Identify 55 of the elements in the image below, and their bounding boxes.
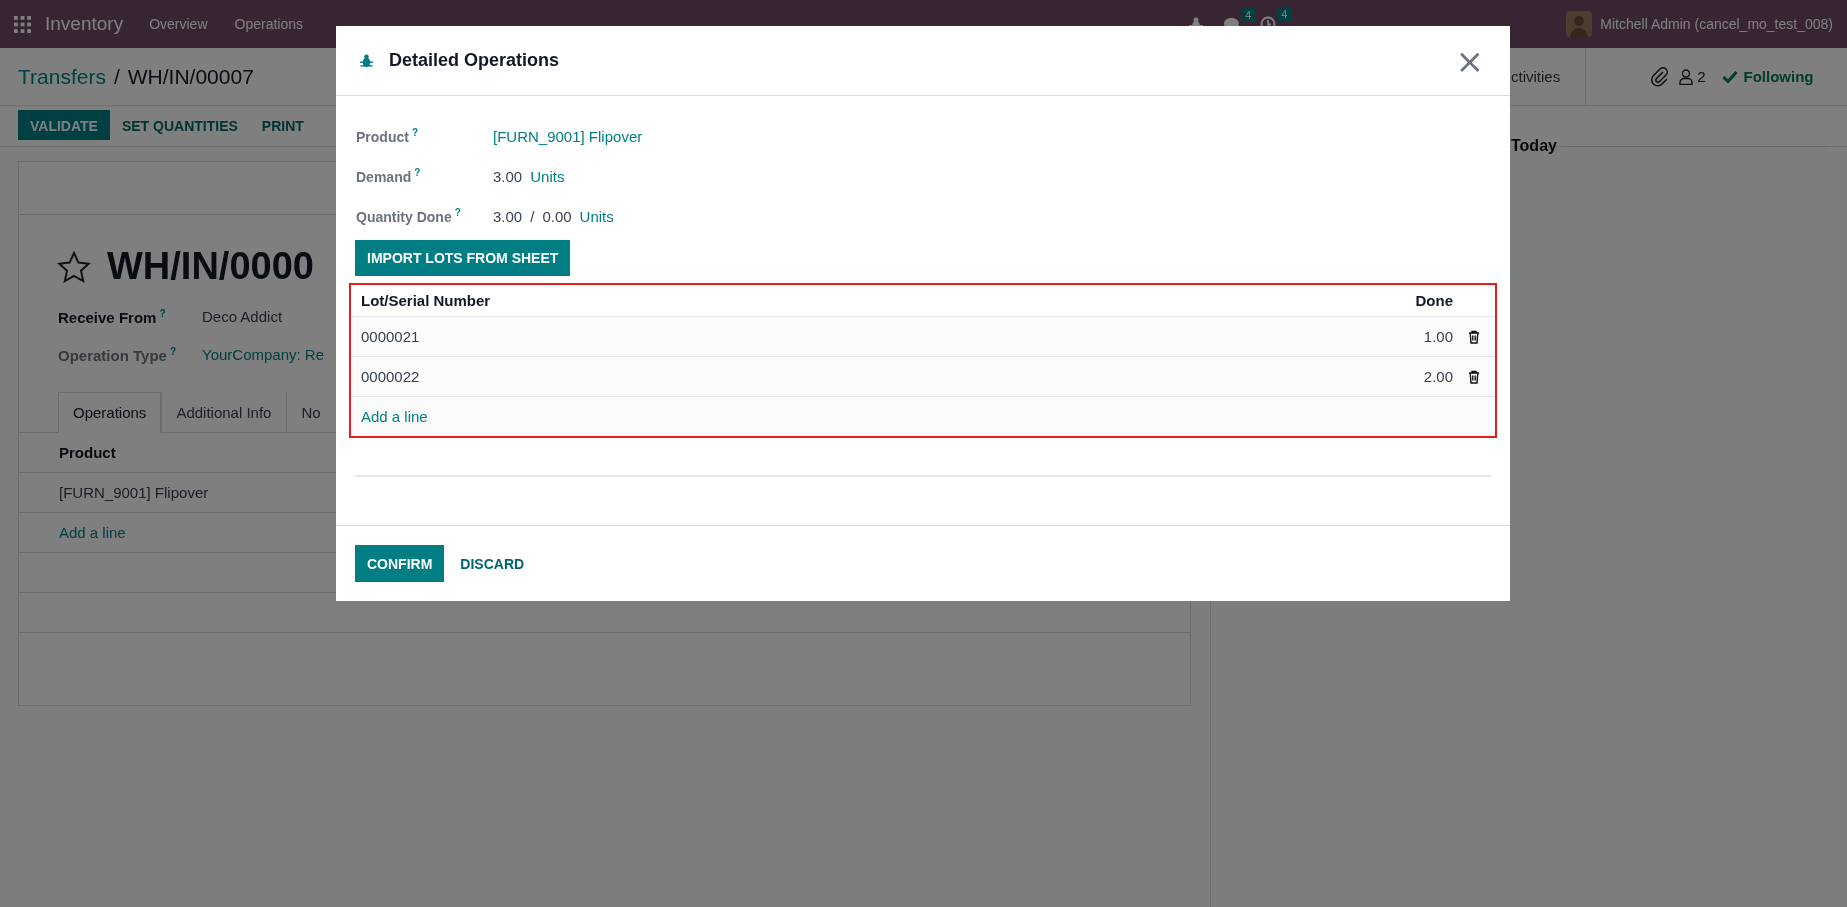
close-button[interactable]: × [1453,43,1486,78]
activity-count-badge: 4 [1277,7,1292,21]
user-menu[interactable]: Mitchell Admin (cancel_mo_test_008) [1600,16,1833,32]
field-label: Quantity Done $^{?}$ [356,207,462,225]
apps-menu-icon[interactable] [14,15,31,33]
table-cell-text: 2.00 [1422,368,1453,385]
menu-item[interactable]: Operations [234,16,303,32]
field-value[interactable]: YourCompany: Re [202,346,324,364]
table-cell-text: 0000022 [361,368,421,385]
paperclip-icon[interactable] [1651,66,1670,87]
dialog-button[interactable]: DISCARD [448,545,537,582]
field-value: 0.00 [542,207,572,225]
field-value: 3.00 [493,167,523,185]
action-button[interactable]: SET QUANTITIES [109,110,250,140]
notebook-tab[interactable]: Additional Info [161,392,287,432]
column-header: Lot/Serial Number [361,292,492,309]
field-label: Demand $^{?}$ [356,167,422,185]
field-label: Receive From $^{?}$ [58,308,167,326]
person-icon[interactable] [1679,68,1694,85]
star-icon[interactable] [57,250,91,283]
chatter-tab[interactable]: ctivities [1511,68,1561,85]
breadcrumb-separator: / [113,64,120,89]
menu-item[interactable]: Overview [149,16,208,32]
delete-icon[interactable] [1468,369,1480,384]
record-title: WH/IN/0000 [107,245,314,288]
app-name[interactable]: Inventory [45,13,124,35]
notebook-tab[interactable]: No [286,392,336,432]
action-button[interactable]: PRINT [249,110,316,140]
field-link[interactable]: Units [530,167,565,185]
column-header: Done [1414,292,1453,309]
table-cell: [FURN_9001] Flipover [59,484,209,501]
add-line-link[interactable]: Add a line [59,524,126,541]
following-button[interactable]: Following [1721,68,1814,85]
field-value: Deco Addict [202,308,283,326]
field-link[interactable]: Units [579,207,614,225]
check-icon [1721,70,1738,83]
follower-count[interactable]: 2 [1697,68,1706,85]
field-label: Operation Type $^{?}$ [58,346,177,364]
field-value: 3.00 [493,207,523,225]
delete-icon[interactable] [1468,329,1480,344]
import-button[interactable]: IMPORT LOTS FROM SHEET [355,240,571,276]
message-count-badge: 4 [1241,7,1256,22]
field-label: Product $^{?}$ [356,127,419,145]
action-button[interactable]: VALIDATE [18,110,110,140]
dialog-title: Detailed Operations [389,50,560,71]
breadcrumb-link[interactable]: Transfers [18,64,106,89]
table-cell-text: 0000021 [361,328,421,345]
date-separator: Today [1511,137,1557,155]
breadcrumb-current: WH/IN/00007 [127,64,254,89]
table-cell-text: 1.00 [1422,328,1453,345]
column-header: Product [59,444,116,461]
dialog-button[interactable]: CONFIRM [355,545,445,582]
field-link[interactable]: [FURN_9001] Flipover [493,127,643,145]
notebook-tab[interactable]: Operations [58,392,162,433]
field-value: / [530,207,535,225]
